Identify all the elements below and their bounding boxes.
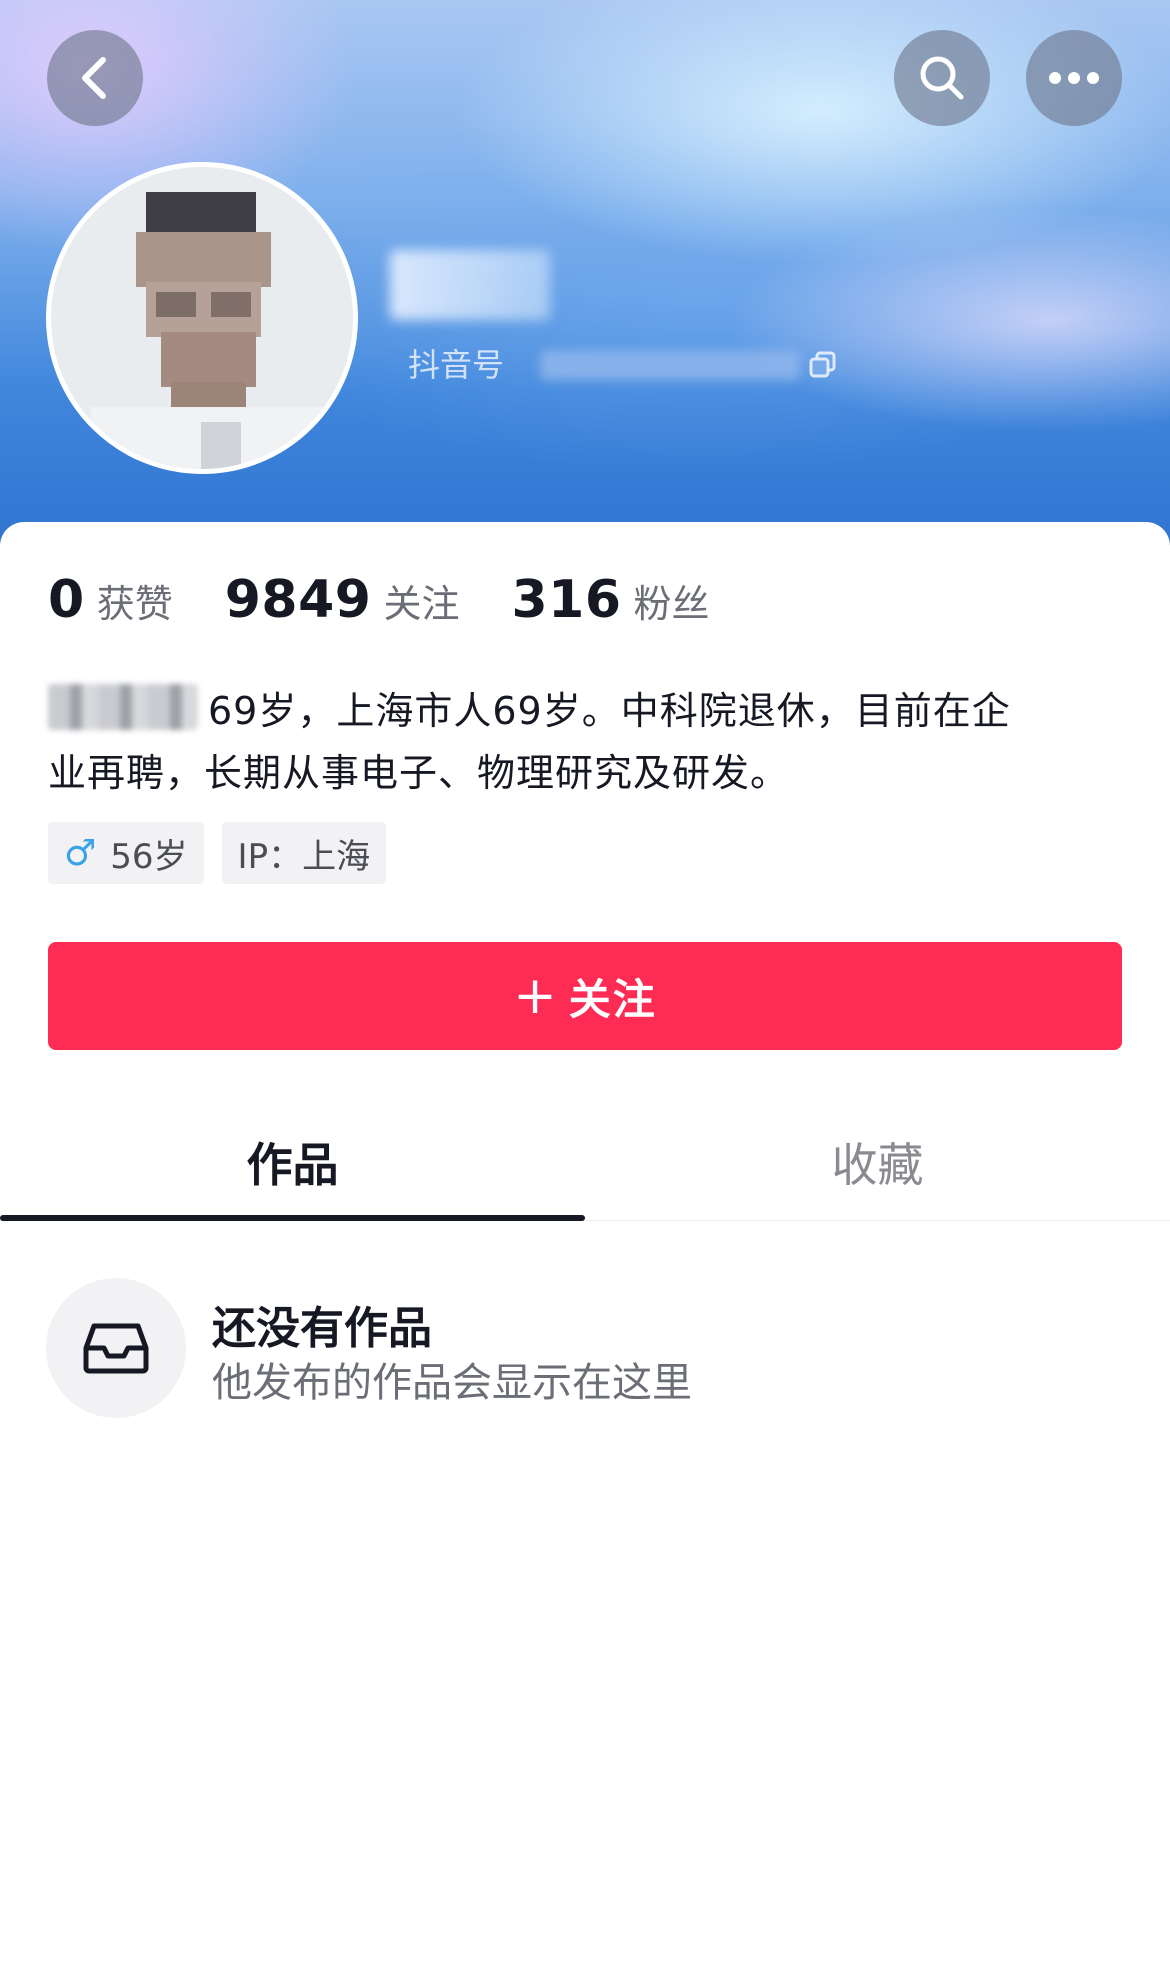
chevron-left-icon [82,57,106,99]
age-text: 56岁 [110,836,188,877]
tab-favorites[interactable]: 收藏 [585,1104,1170,1220]
profile-tags: ♂ 56岁 IP：上海 [48,822,387,884]
followers-count[interactable]: 316 [511,570,621,630]
avatar-pixel [136,232,271,287]
ip-text: IP：上海 [237,836,371,877]
username-redacted [390,250,550,320]
douyin-id-label: 抖音号 [408,346,505,384]
search-button[interactable] [894,30,990,126]
likes-label: 获赞 [96,582,173,626]
bio-redacted [48,684,198,730]
back-button[interactable] [47,30,143,126]
follow-button[interactable]: + 关注 [48,942,1122,1050]
avatar-pixel [211,292,251,317]
more-dots-icon [1049,72,1099,84]
inbox-icon [83,1323,149,1374]
stats-row: 0 获赞 9849 关注 316 粉丝 [48,570,710,630]
gender-age-tag: ♂ 56岁 [48,822,204,884]
bio: 69岁，上海市人69岁。中科院退休，目前在企 业再聘，长期从事电子、物理研究及研… [48,680,1128,804]
avatar-pixel [201,422,241,469]
douyin-id-redacted [540,350,800,380]
bio-line-1: 69岁，上海市人69岁。中科院退休，目前在企 [48,680,1128,742]
empty-title: 还没有作品 [212,1303,432,1354]
tab-works[interactable]: 作品 [0,1104,585,1220]
following-label[interactable]: 关注 [383,573,459,628]
bio-line-1-text: 69岁，上海市人69岁。中科院退休，目前在企 [208,689,1011,733]
search-icon [920,56,964,100]
avatar[interactable] [46,162,358,474]
copy-icon[interactable] [808,350,838,380]
ip-location-tag: IP：上海 [221,822,387,884]
avatar-pixel [161,332,256,387]
following-count[interactable]: 9849 [225,570,372,630]
active-tab-indicator [0,1215,585,1221]
more-options-button[interactable] [1026,30,1122,126]
empty-icon-circle [46,1278,186,1418]
male-icon: ♂ [64,832,97,874]
bio-line-2: 业再聘，长期从事电子、物理研究及研发。 [48,751,790,795]
avatar-pixel [156,292,196,317]
empty-subtitle: 他发布的作品会显示在这里 [212,1360,692,1406]
followers-label[interactable]: 粉丝 [634,573,710,628]
plus-icon: + [513,966,559,1026]
avatar-pixel [146,192,256,237]
likes-count: 0 [48,570,85,630]
profile-page: 抖音号 0 获赞 9849 关注 316 粉丝 69岁，上海市人69岁。中科院退… [0,0,1170,1972]
follow-button-label: 关注 [568,974,657,1024]
content-tabs: 作品 收藏 [0,1104,1170,1221]
